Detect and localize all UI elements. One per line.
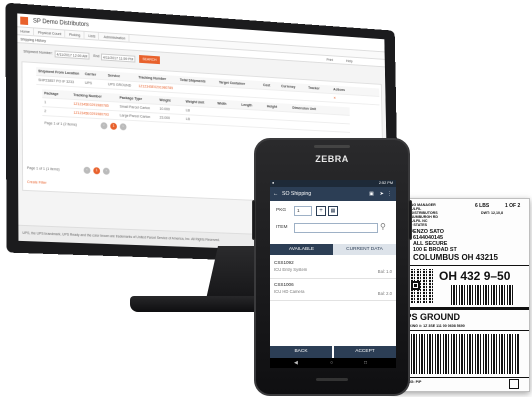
status-time: 2:52 PM — [378, 181, 393, 185]
package-list-icon[interactable]: ▦ — [328, 206, 338, 216]
android-nav-bar: ◀ ○ □ — [270, 358, 396, 368]
maxicode-center-icon — [411, 281, 420, 290]
item-balance: Bal: 2.0 — [377, 291, 392, 296]
side-scan-button[interactable] — [252, 200, 256, 240]
search-icon[interactable]: ⚲ — [380, 222, 386, 231]
item-id: CSS1092 — [274, 260, 294, 265]
wifi-icon: ● — [272, 181, 275, 185]
item-description: ICU HD Camera — [274, 289, 305, 294]
cell-tracking-link[interactable]: 1Z12345E0291980785 — [138, 82, 173, 93]
pager-prev-button[interactable]: ‹ — [100, 122, 108, 130]
dimensional-weight: DWT: 12,10,8 — [481, 211, 503, 215]
cell-weight: 23.000 — [159, 115, 170, 121]
cell-package: 2 — [44, 109, 47, 114]
tab-available[interactable]: AVAILABLE — [270, 244, 333, 255]
cell-weight-unit: LB — [185, 108, 190, 113]
brand-logo: ZEBRA — [315, 154, 349, 164]
accept-button[interactable]: ACCEPT — [334, 346, 396, 358]
pkg-label: PKG — [276, 208, 287, 213]
nav-home-icon[interactable]: ○ — [330, 358, 333, 368]
back-arrow-icon[interactable]: ← — [273, 187, 278, 201]
zebra-handheld: ZEBRA ● 2:52 PM ← SO Shipping ▣ ➤ ⋮ PKG … — [254, 138, 410, 396]
to-date-input[interactable]: 4/11/2017 11:59 PM — [100, 53, 136, 63]
nav-back-icon[interactable]: ◀ — [294, 358, 298, 368]
handheld-screen: ● 2:52 PM ← SO Shipping ▣ ➤ ⋮ PKG 1 + ▦ … — [270, 180, 396, 368]
tracking-barcode-icon — [403, 334, 519, 374]
cell-pkg-tracking-link[interactable]: 1Z12345E0291980793 — [73, 109, 108, 120]
to-label: End — [93, 53, 100, 59]
more-icon[interactable]: ⋮ — [387, 187, 392, 201]
app-bar: ← SO Shipping ▣ ➤ ⋮ — [270, 187, 396, 201]
app-logo-icon — [20, 16, 29, 26]
outer-pager-next-button[interactable]: › — [102, 167, 110, 175]
divider-thick — [393, 307, 529, 310]
list-item[interactable]: CSS1092 ICU Entry System Bal: 1.0 — [270, 258, 396, 279]
item-description: ICU Entry System — [274, 267, 308, 272]
from-date-input[interactable]: 4/11/2017 12:00 AM — [54, 50, 90, 60]
divider — [393, 265, 529, 266]
ship-to-address: ENZO SATO 6144040145 ALL SECURE 100 E BR… — [413, 229, 457, 253]
status-bar: ● 2:52 PM — [270, 180, 396, 187]
search-button[interactable]: SEARCH — [139, 55, 160, 65]
cell-pkg-type: Large Parcel Carton — [119, 113, 151, 120]
nav-recents-icon[interactable]: □ — [364, 358, 367, 368]
speaker-grille — [314, 145, 350, 148]
outer-pager-label: Page 1 of 1 (1 items) — [26, 166, 60, 172]
stamp-icon — [509, 379, 519, 389]
side-scan-button-right[interactable] — [408, 200, 412, 240]
package-weight: 6 LBS — [475, 203, 490, 209]
cell-package: 1 — [44, 100, 47, 105]
list-item[interactable]: CSS1006 ICU HD Camera Bal: 2.0 — [270, 280, 396, 301]
filter-label: Shipment Number: — [23, 49, 53, 56]
shipping-label: SHIPPING MANAGER SNAPFULFIL DEMO DISTRIB… — [392, 198, 530, 392]
charging-contacts — [316, 378, 348, 381]
save-icon[interactable]: ▣ — [369, 187, 374, 201]
item-input[interactable] — [294, 223, 378, 233]
pager-page-1-button[interactable]: 1 — [110, 122, 117, 130]
cell-weight-unit: LB — [185, 117, 191, 122]
pager-next-button[interactable]: › — [119, 123, 127, 131]
print-link[interactable]: Print — [326, 58, 333, 62]
tab-current-data[interactable]: CURRENT DATA — [333, 244, 396, 255]
item-id: CSS1006 — [274, 282, 294, 287]
cell-carrier: UPS — [84, 80, 93, 86]
divider — [393, 330, 529, 331]
back-button[interactable]: BACK — [270, 346, 332, 358]
send-icon[interactable]: ➤ — [380, 187, 384, 201]
package-count: 1 OF 2 — [505, 203, 521, 209]
screen-title: SO Shipping — [282, 191, 312, 197]
inner-pager-label: Page 1 of 1 (2 items) — [44, 121, 77, 127]
item-label: ITEM — [276, 225, 288, 230]
outer-pager-prev-button[interactable]: ‹ — [83, 166, 91, 174]
pkg-input[interactable]: 1 — [294, 206, 312, 216]
outer-pager-page-1-button[interactable]: 1 — [93, 167, 101, 175]
item-balance: Bal: 1.0 — [377, 269, 392, 274]
help-link[interactable]: Help — [346, 59, 353, 63]
routing-code: OH 432 9–50 — [439, 269, 511, 283]
destination-city: COLUMBUS OH 43215 — [413, 253, 498, 262]
routing-barcode-icon — [451, 285, 515, 305]
divider — [393, 377, 529, 378]
cell-from: SHP23857 PO IF 3233 — [38, 78, 75, 85]
delete-icon[interactable]: ✕ — [333, 94, 336, 103]
add-package-icon[interactable]: + — [316, 206, 326, 216]
create-filter-link[interactable]: Create Filter — [27, 180, 46, 185]
cell-service: UPS GROUND — [107, 82, 132, 88]
